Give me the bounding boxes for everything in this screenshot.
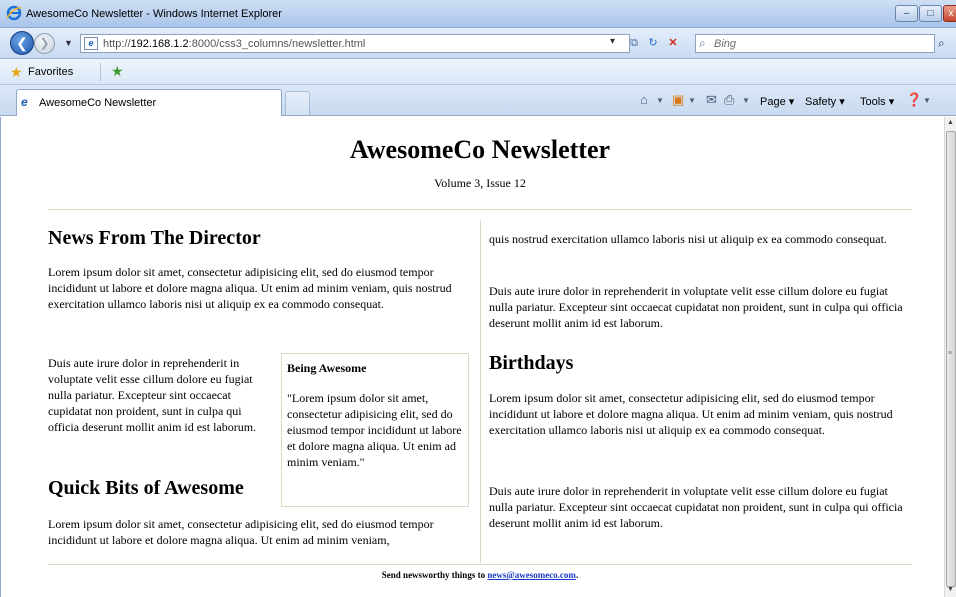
footer-text-end: . xyxy=(575,570,579,580)
refresh-icon[interactable]: ↻ xyxy=(645,35,661,51)
search-input[interactable]: Bing xyxy=(714,38,736,50)
minimize-button[interactable]: ‒ xyxy=(895,5,918,22)
director-paragraph-2: Duis aute irure dolor in reprehenderit i… xyxy=(48,356,257,434)
tab-label: AwesomeCo Newsletter xyxy=(39,97,157,109)
scroll-down-icon[interactable]: ▼ xyxy=(947,586,954,593)
sidebar-being-awesome: Being Awesome "Lorem ipsum dolor sit ame… xyxy=(281,353,469,507)
divider xyxy=(48,564,912,565)
new-tab-button[interactable] xyxy=(285,91,310,115)
quick-bits-paragraph-2: Duis aute irure dolor in reprehenderit i… xyxy=(489,284,903,330)
navigation-bar: ❮ ❯ ▼ e http://192.168.1.2:8000/css3_col… xyxy=(0,28,956,59)
forward-button[interactable]: ❯ xyxy=(34,33,55,54)
add-to-favorites-icon[interactable]: ★ xyxy=(111,63,124,80)
quick-bits-heading: Quick Bits of Awesome xyxy=(48,477,244,499)
divider xyxy=(48,209,912,210)
compatibility-view-icon[interactable]: ⧉ xyxy=(626,35,642,51)
feeds-dropdown-icon[interactable]: ▼ xyxy=(688,96,696,105)
newsletter-title: AwesomeCo Newsletter xyxy=(349,135,611,164)
address-dropdown-icon[interactable]: ▾ xyxy=(610,36,615,47)
scroll-up-icon[interactable]: ▲ xyxy=(947,119,954,126)
scrollbar-thumb[interactable] xyxy=(946,131,956,587)
search-icon[interactable]: ⌕ xyxy=(938,36,945,51)
page-menu[interactable]: Page ▾ xyxy=(760,95,794,108)
sidebar-quote: "Lorem ipsum dolor sit amet, consectetur… xyxy=(287,391,462,469)
home-icon[interactable]: ⌂ xyxy=(640,92,648,107)
favorites-bar: ★ Favorites ★ xyxy=(0,59,956,85)
column-divider xyxy=(480,220,481,563)
sidebar-heading: Being Awesome xyxy=(287,361,367,375)
issue-line: Volume 3, Issue 12 xyxy=(434,176,526,190)
favorites-star-icon[interactable]: ★ xyxy=(10,64,23,81)
footer-email-link[interactable]: news@awesomeco.com xyxy=(487,570,576,580)
recent-pages-dropdown-icon[interactable]: ▼ xyxy=(64,38,73,48)
scrollbar-grip-icon: ≡ xyxy=(948,350,953,357)
address-bar[interactable]: e http://192.168.1.2:8000/css3_columns/n… xyxy=(80,34,630,53)
page-icon: e xyxy=(84,37,98,50)
director-paragraph-1: Lorem ipsum dolor sit amet, consectetur … xyxy=(48,265,452,311)
birthdays-paragraph-1: Lorem ipsum dolor sit amet, consectetur … xyxy=(489,391,893,437)
feeds-icon[interactable]: ▣ xyxy=(672,92,684,108)
print-icon[interactable]: ⎙ xyxy=(724,92,734,108)
footer: Send newsworthy things to news@awesomeco… xyxy=(48,570,912,580)
page-icon: e xyxy=(21,95,28,109)
divider xyxy=(100,63,101,81)
tools-menu[interactable]: Tools ▾ xyxy=(860,95,894,108)
window-titlebar: AwesomeCo Newsletter - Windows Internet … xyxy=(0,0,956,28)
internet-explorer-icon xyxy=(6,5,22,21)
close-window-button[interactable]: x xyxy=(943,5,956,22)
help-icon[interactable]: ❓ xyxy=(906,92,922,108)
page-viewport[interactable]: AwesomeCo Newsletter Volume 3, Issue 12 … xyxy=(0,117,956,597)
home-dropdown-icon[interactable]: ▼ xyxy=(656,96,664,105)
vertical-scrollbar[interactable]: ▲ ≡ ▼ xyxy=(944,117,956,597)
birthdays-paragraph-2: Duis aute irure dolor in reprehenderit i… xyxy=(489,484,903,530)
print-dropdown-icon[interactable]: ▼ xyxy=(742,96,750,105)
quick-bits-paragraph-1-continued: quis nostrud exercitation ullamco labori… xyxy=(489,232,887,246)
director-heading: News From The Director xyxy=(48,227,261,249)
safety-menu[interactable]: Safety ▾ xyxy=(805,95,845,108)
birthdays-heading: Birthdays xyxy=(489,352,574,374)
tab-bar: e AwesomeCo Newsletter ⌂ ▼ ▣ ▼ ✉ ⎙ ▼ Pag… xyxy=(0,85,956,116)
search-box[interactable]: ⌕ Bing xyxy=(695,34,935,53)
stop-icon[interactable]: ✕ xyxy=(665,35,681,51)
favorites-button[interactable]: Favorites xyxy=(28,66,73,78)
quick-bits-paragraph-1: Lorem ipsum dolor sit amet, consectetur … xyxy=(48,517,434,547)
search-provider-icon: ⌕ xyxy=(699,36,706,50)
back-button[interactable]: ❮ xyxy=(10,31,34,55)
maximize-button[interactable]: □ xyxy=(919,5,942,22)
tab-awesomeco-newsletter[interactable]: e AwesomeCo Newsletter xyxy=(16,89,282,116)
window-title: AwesomeCo Newsletter - Windows Internet … xyxy=(26,8,282,20)
address-url[interactable]: http://192.168.1.2:8000/css3_columns/new… xyxy=(103,38,365,50)
read-mail-icon[interactable]: ✉ xyxy=(706,92,717,108)
help-dropdown-icon[interactable]: ▼ xyxy=(923,96,931,105)
footer-text: Send newsworthy things to xyxy=(381,570,488,580)
